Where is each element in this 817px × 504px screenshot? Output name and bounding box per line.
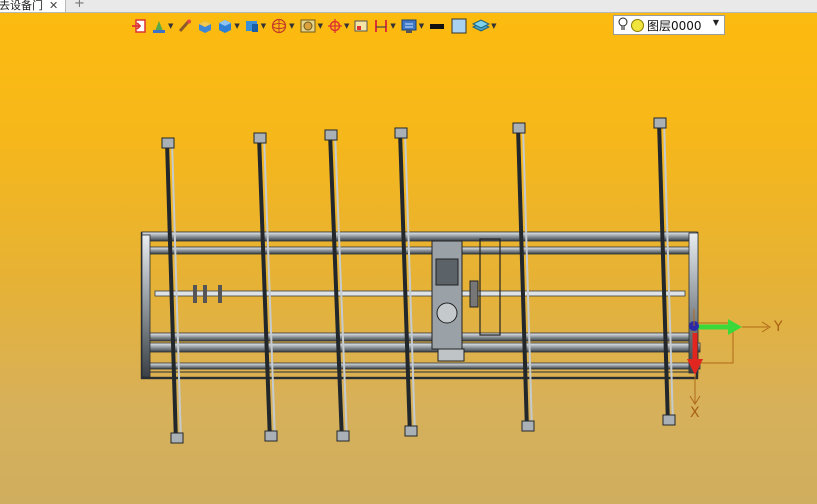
drive-shaft	[154, 280, 686, 308]
cad-window: 去设备门 ✕ + ▼ ▼ ▼ ▼ ▼ ▼ ▼ ▼ ▼ 图层0000 ▼ Y X	[0, 0, 817, 504]
cad-model[interactable]: Y X	[0, 13, 817, 504]
tab-bar: 去设备门 ✕ +	[0, 0, 817, 13]
frame-outline	[140, 231, 699, 380]
vertical-arm	[394, 127, 418, 437]
tab-title: 去设备门	[0, 0, 43, 12]
frame-rails	[141, 231, 701, 378]
close-tab-icon[interactable]: ✕	[49, 0, 58, 12]
y-axis-label: Y	[773, 319, 783, 335]
vertical-arms	[161, 117, 676, 444]
document-tab[interactable]: 去设备门 ✕	[0, 0, 66, 13]
vertical-arm	[324, 129, 350, 442]
vertical-arm	[253, 132, 278, 442]
axis-triad	[687, 309, 771, 405]
vertical-arm	[512, 122, 535, 432]
3d-viewport[interactable]: ▼ ▼ ▼ ▼ ▼ ▼ ▼ ▼ ▼ 图层0000 ▼ Y X	[0, 13, 817, 504]
add-tab-icon[interactable]: +	[74, 0, 85, 11]
x-axis-label: X	[690, 405, 700, 421]
vertical-arm	[161, 137, 184, 444]
